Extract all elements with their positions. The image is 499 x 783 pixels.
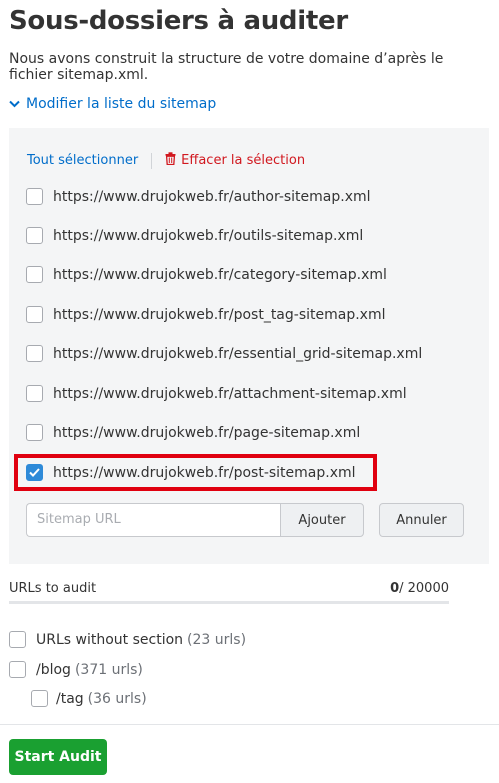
footer-divider: [0, 724, 499, 725]
sitemap-checkbox[interactable]: [26, 227, 43, 244]
trash-icon: [165, 152, 176, 169]
sitemap-url: https://www.drujokweb.fr/attachment-site…: [53, 385, 407, 402]
page-intro: Nous avons construit la structure de vot…: [9, 51, 444, 83]
sitemap-checkbox[interactable]: [26, 385, 43, 402]
section-item: /blog (371 urls): [9, 661, 143, 678]
clear-selection-label: Effacer la sélection: [181, 153, 306, 168]
sitemap-checkbox[interactable]: [26, 345, 43, 362]
actions-divider: [151, 152, 153, 169]
sitemap-item: https://www.drujokweb.fr/essential_grid-…: [26, 345, 422, 362]
audit-count-limit: / 20000: [399, 581, 449, 596]
clear-selection-link[interactable]: Effacer la sélection: [165, 152, 305, 169]
add-button[interactable]: Ajouter: [280, 503, 364, 537]
section-name: URLs without section: [36, 631, 184, 648]
sitemap-url: https://www.drujokweb.fr/essential_grid-…: [53, 345, 423, 362]
sitemap-item: https://www.drujokweb.fr/page-sitemap.xm…: [26, 424, 360, 441]
sitemap-checkbox[interactable]: [26, 266, 43, 283]
sitemap-url: https://www.drujokweb.fr/author-sitemap.…: [53, 188, 371, 205]
urls-to-audit-count: 0/ 20000: [390, 581, 449, 596]
sitemap-panel: Tout sélectionner Effacer la sélection h…: [9, 128, 489, 564]
urls-to-audit-label: URLs to audit: [9, 581, 97, 596]
sitemap-url-input[interactable]: Sitemap URL: [26, 503, 281, 537]
sitemap-checkbox[interactable]: [26, 424, 43, 441]
section-checkbox[interactable]: [31, 690, 48, 707]
section-name: /tag: [56, 690, 84, 707]
selection-highlight: [14, 454, 377, 491]
sitemap-item: https://www.drujokweb.fr/outils-sitemap.…: [26, 227, 363, 244]
edit-sitemap-list-link[interactable]: Modifier la liste du sitemap: [9, 96, 216, 112]
section-count: (371 urls): [74, 661, 143, 678]
section-item: URLs without section (23 urls): [9, 631, 246, 648]
sitemap-checkbox[interactable]: [26, 306, 43, 323]
sitemap-item: https://www.drujokweb.fr/category-sitema…: [26, 266, 387, 283]
sitemap-url: https://www.drujokweb.fr/page-sitemap.xm…: [53, 424, 361, 441]
sitemap-url: https://www.drujokweb.fr/outils-sitemap.…: [53, 227, 364, 244]
edit-sitemap-list-label: Modifier la liste du sitemap: [26, 96, 217, 112]
audit-progress-bar: [9, 601, 449, 604]
chevron-down-icon: [9, 100, 20, 108]
section-name: /blog: [36, 661, 71, 678]
sitemap-checkbox[interactable]: [26, 188, 43, 205]
section-checkbox[interactable]: [9, 661, 26, 678]
cancel-button[interactable]: Annuler: [379, 503, 464, 537]
section-count: (36 urls): [87, 690, 147, 707]
section-item: /tag (36 urls): [31, 690, 147, 707]
sitemap-item: https://www.drujokweb.fr/post_tag-sitema…: [26, 306, 385, 323]
sitemap-url: https://www.drujokweb.fr/category-sitema…: [53, 266, 387, 283]
sitemap-item: https://www.drujokweb.fr/author-sitemap.…: [26, 188, 371, 205]
section-checkbox[interactable]: [9, 631, 26, 648]
select-all-link[interactable]: Tout sélectionner: [27, 153, 138, 168]
start-audit-button[interactable]: Start Audit: [9, 739, 107, 775]
sitemap-item: https://www.drujokweb.fr/attachment-site…: [26, 385, 407, 402]
section-count: (23 urls): [187, 631, 247, 648]
sitemap-url: https://www.drujokweb.fr/post_tag-sitema…: [53, 306, 386, 323]
page-title: Sous-dossiers à auditer: [9, 6, 348, 36]
audit-count-value: 0: [390, 581, 400, 596]
